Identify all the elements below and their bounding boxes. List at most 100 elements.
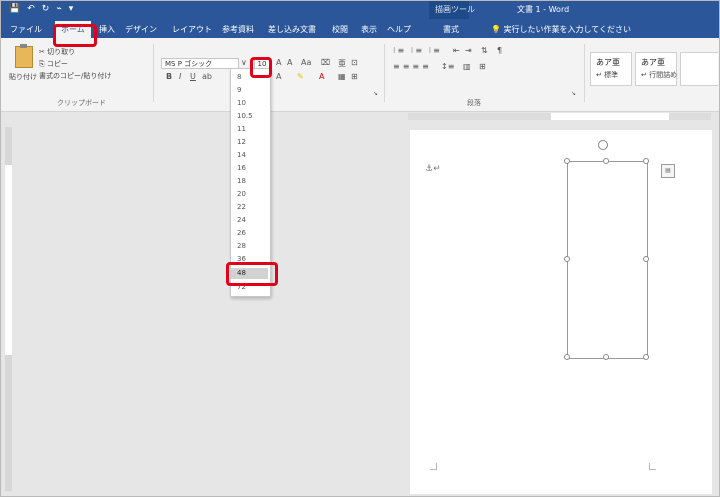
save-icon[interactable]: 💾 [9, 4, 20, 14]
bullets-icon[interactable]: ⁝≡ ⁝≡ ⁝≡ [393, 46, 442, 55]
font-size-option[interactable]: 10.5 [231, 111, 268, 122]
style-heading[interactable] [680, 52, 718, 86]
font-size-option[interactable]: 14 [231, 150, 268, 161]
tab-view[interactable]: 表示 [361, 24, 377, 35]
sort-icon[interactable]: ⇅ [481, 46, 488, 55]
borders-icon[interactable]: ⊞ [479, 62, 486, 71]
cut-button[interactable]: ✂ 切り取り [39, 47, 75, 57]
style-no-spacing[interactable]: あア亜 ↵ 行間詰め [635, 52, 677, 86]
tab-help[interactable]: ヘルプ [387, 24, 411, 35]
paragraph-group-label: 段落 [467, 99, 481, 107]
style-preview: あア亜 [596, 58, 620, 67]
font-size-option[interactable]: 20 [231, 189, 268, 200]
crop-mark-icon [430, 463, 437, 470]
resize-handle[interactable] [564, 354, 570, 360]
undo-icon[interactable]: ↶ [27, 4, 35, 14]
lightbulb-icon: 💡 [491, 25, 504, 34]
font-size-option[interactable]: 28 [231, 241, 268, 252]
tab-references[interactable]: 参考資料 [222, 24, 254, 35]
resize-handle[interactable] [643, 158, 649, 164]
highlight-font-size-box [250, 57, 272, 78]
resize-handle[interactable] [564, 158, 570, 164]
customize-qat-icon[interactable]: ▾ [69, 4, 74, 14]
show-marks-icon[interactable]: ¶ [497, 46, 502, 55]
layout-options-icon[interactable]: ▤ [661, 164, 675, 178]
underline-icon[interactable]: U [190, 72, 196, 81]
title-bar: 💾 ↶ ↻ ⌁ ▾ 描画ツール 文書 1 - Word [1, 1, 719, 38]
font-size-option[interactable]: 22 [231, 202, 268, 213]
change-case-icon[interactable]: Aa [301, 58, 311, 67]
enclose-characters-icon[interactable]: ⊡ [351, 58, 358, 67]
font-size-option[interactable]: 16 [231, 163, 268, 174]
paste-icon[interactable] [15, 44, 33, 68]
group-divider [153, 44, 154, 102]
resize-handle[interactable] [603, 354, 609, 360]
resize-handle[interactable] [603, 158, 609, 164]
clear-formatting-icon[interactable]: ⌧ [321, 58, 330, 67]
font-dialog-launcher-icon[interactable]: ↘ [373, 90, 378, 97]
vertical-ruler [5, 127, 12, 491]
tell-me-text: 実行したい作業を入力してください [503, 25, 632, 34]
rotate-handle-icon[interactable] [598, 140, 608, 150]
tell-me-search[interactable]: 💡 実行したい作業を入力してください [491, 24, 631, 35]
touch-mode-icon[interactable]: ⌁ [56, 4, 61, 14]
document-page[interactable] [410, 130, 712, 494]
ruler-margin-area [5, 165, 12, 355]
resize-handle[interactable] [643, 354, 649, 360]
decrease-indent-icon[interactable]: ⇤ [453, 46, 460, 55]
format-painter-button[interactable]: 書式のコピー/貼り付け [39, 71, 111, 81]
line-spacing-icon[interactable]: ↕≡ [441, 62, 454, 71]
alignment-icon[interactable]: ≡≡≡≡ [393, 62, 432, 71]
character-shading-icon[interactable]: ▦ [338, 72, 346, 81]
paragraph-anchor-icon: ⚓↵ [425, 164, 441, 174]
italic-icon[interactable]: I [179, 72, 181, 81]
font-size-option[interactable]: 26 [231, 228, 268, 239]
ribbon-home: 貼り付け ✂ 切り取り ⎘ コピー 書式のコピー/貼り付け クリップボード MS… [1, 38, 719, 112]
phonetic-guide-icon[interactable]: 亜 [338, 58, 346, 69]
context-tab-title: 描画ツール [435, 5, 475, 14]
font-size-option[interactable]: 9 [231, 85, 268, 96]
selected-text-box[interactable] [567, 161, 648, 359]
ribbon-tabs: ファイル ホーム 挿入 デザイン レイアウト 参考資料 差し込み文書 校閲 表示… [1, 19, 719, 38]
highlight-color-icon[interactable]: ✎ [297, 72, 304, 81]
document-title: 文書 1 - Word [517, 5, 570, 14]
font-size-option[interactable]: 18 [231, 176, 268, 187]
tab-design[interactable]: デザイン [125, 24, 157, 35]
tab-review[interactable]: 校閲 [332, 24, 348, 35]
group-divider [584, 44, 585, 102]
redo-icon[interactable]: ↻ [42, 4, 50, 14]
shading-icon[interactable]: ▥ [463, 62, 471, 71]
tab-mailings[interactable]: 差し込み文書 [268, 24, 316, 35]
strikethrough-icon[interactable]: ab [202, 72, 212, 81]
shrink-font-icon[interactable]: A [287, 58, 292, 67]
resize-handle[interactable] [564, 256, 570, 262]
tab-format[interactable]: 書式 [443, 24, 459, 35]
style-label: ↵ 標準 [596, 71, 619, 79]
font-size-option[interactable]: 10 [231, 98, 268, 109]
text-effects-icon[interactable]: A [276, 72, 281, 81]
word-window: 💾 ↶ ↻ ⌁ ▾ 描画ツール 文書 1 - Word ファイル ホーム 挿入 … [0, 0, 720, 497]
font-name-box[interactable]: MS P ゴシック [161, 58, 239, 69]
clipboard-group-label: クリップボード [57, 99, 106, 107]
horizontal-ruler [408, 113, 711, 120]
copy-button[interactable]: ⎘ コピー [39, 59, 68, 69]
resize-handle[interactable] [643, 256, 649, 262]
tab-insert[interactable]: 挿入 [99, 24, 115, 35]
grow-font-icon[interactable]: A [276, 58, 281, 67]
font-size-option[interactable]: 12 [231, 137, 268, 148]
quick-access-toolbar: 💾 ↶ ↻ ⌁ ▾ [9, 4, 73, 14]
style-normal[interactable]: あア亜 ↵ 標準 [590, 52, 632, 86]
tab-layout[interactable]: レイアウト [172, 24, 212, 35]
bold-icon[interactable]: B [166, 72, 172, 81]
highlight-home-tab [53, 24, 97, 47]
font-color-icon[interactable]: A [319, 72, 324, 81]
paragraph-dialog-launcher-icon[interactable]: ↘ [571, 90, 576, 97]
increase-indent-icon[interactable]: ⇥ [465, 46, 472, 55]
chevron-down-icon[interactable]: ∨ [241, 58, 247, 67]
paste-button-label[interactable]: 貼り付け [9, 72, 37, 82]
font-size-option[interactable]: 11 [231, 124, 268, 135]
tab-file[interactable]: ファイル [10, 24, 42, 35]
font-size-option[interactable]: 24 [231, 215, 268, 226]
character-border-icon[interactable]: ⊞ [351, 72, 358, 81]
style-label: ↵ 行間詰め [641, 71, 678, 79]
